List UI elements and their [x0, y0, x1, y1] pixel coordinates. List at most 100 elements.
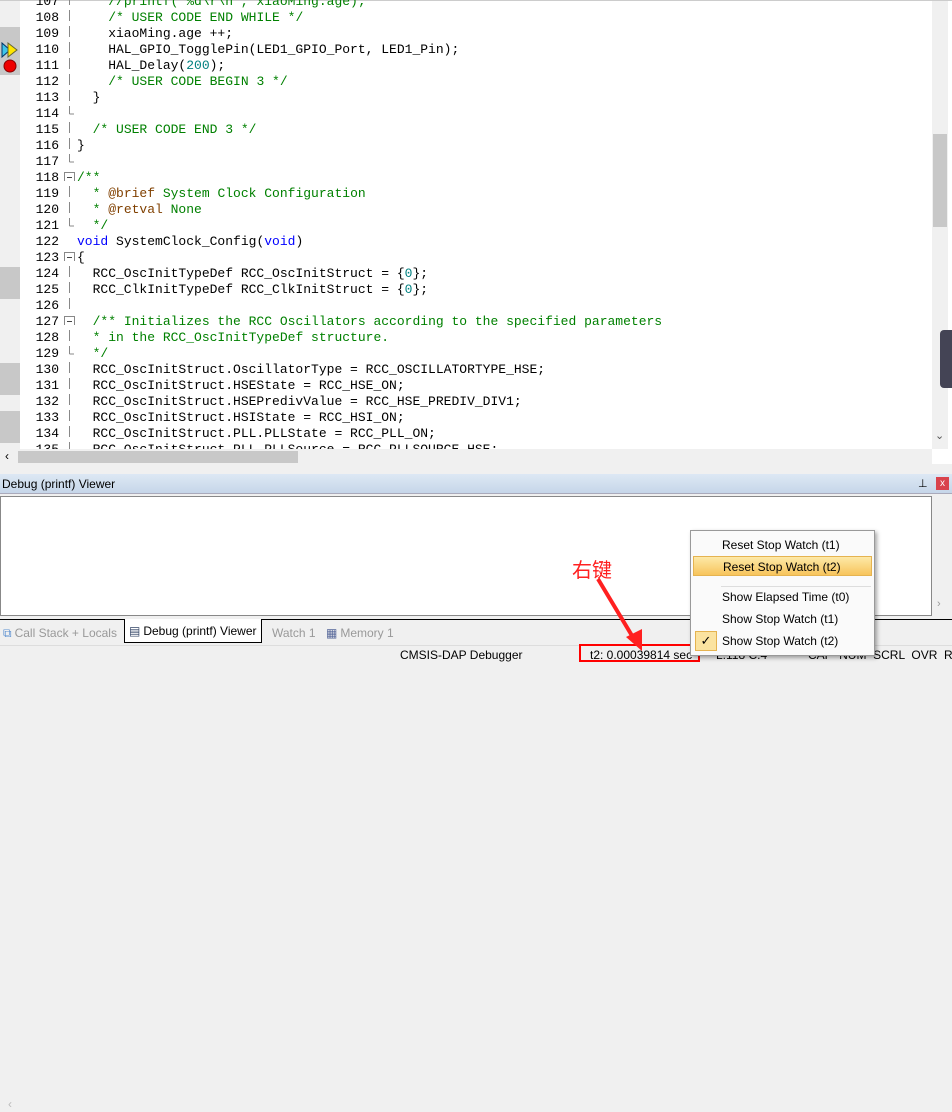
code-line[interactable]: 129 */: [0, 346, 932, 362]
code-token: */: [92, 218, 109, 233]
menu-item-show-t0[interactable]: Show Elapsed Time (t0): [693, 587, 872, 607]
code-line[interactable]: 110 HAL_GPIO_TogglePin(LED1_GPIO_Port, L…: [0, 42, 932, 58]
code-line[interactable]: 114: [0, 106, 932, 122]
line-number: 113: [35, 90, 59, 105]
code-line[interactable]: 119 * @brief System Clock Configuration: [0, 186, 932, 202]
context-menu: Reset Stop Watch (t1) Reset Stop Watch (…: [690, 530, 875, 656]
code-line[interactable]: 111 HAL_Delay(200);: [0, 58, 932, 74]
pin-icon[interactable]: ⊥: [918, 474, 928, 494]
horizontal-scrollbar[interactable]: ‹: [0, 449, 932, 465]
code-line[interactable]: 120 * @retval None: [0, 202, 932, 218]
line-number: 125: [35, 282, 59, 297]
code-line[interactable]: 108 /* USER CODE END WHILE */: [0, 10, 932, 26]
code-token: RCC_OscInitStruct.HSEState = RCC_HSE_ON;: [77, 378, 405, 393]
code-token: RCC_OscInitStruct.HSIState = RCC_HSI_ON;: [77, 410, 405, 425]
tab-watch-1[interactable]: Watch 1: [272, 623, 316, 643]
side-handle[interactable]: [940, 330, 952, 388]
code-text: RCC_ClkInitTypeDef RCC_ClkInitStruct = {…: [77, 282, 428, 298]
code-line[interactable]: 131 RCC_OscInitStruct.HSEState = RCC_HSE…: [0, 378, 932, 394]
fold-line: [69, 362, 70, 373]
menu-item-reset-t2[interactable]: Reset Stop Watch (t2): [693, 556, 872, 576]
line-number: 112: [35, 74, 59, 89]
code-line[interactable]: 123 {: [0, 250, 932, 266]
code-token: }: [77, 90, 101, 105]
fold-line: [69, 330, 70, 341]
scrollbar-thumb[interactable]: [18, 451, 298, 463]
fold-toggle-icon[interactable]: [64, 250, 75, 261]
fold-toggle-icon[interactable]: [64, 314, 75, 325]
menu-item-show-t2[interactable]: ✓ Show Stop Watch (t2): [693, 631, 872, 651]
code-line[interactable]: 125 RCC_ClkInitTypeDef RCC_ClkInitStruct…: [0, 282, 932, 298]
code-line[interactable]: 122 void SystemClock_Config(void): [0, 234, 932, 250]
fold-line: [69, 106, 74, 115]
code-token: HAL_GPIO_TogglePin(LED1_GPIO_Port, LED1_…: [77, 42, 460, 57]
annotation-label: 右键: [572, 560, 612, 582]
code-token: RCC_OscInitTypeDef RCC_OscInitStruct = {: [77, 266, 405, 281]
code-line[interactable]: 128 * in the RCC_OscInitTypeDef structur…: [0, 330, 932, 346]
fold-line: [69, 122, 70, 133]
fold-line: [69, 346, 74, 355]
code-line[interactable]: 134 RCC_OscInitStruct.PLL.PLLState = RCC…: [0, 426, 932, 442]
code-line[interactable]: 109 xiaoMing.age ++;: [0, 26, 932, 42]
code-token: SystemClock_Config(: [108, 234, 265, 249]
fold-line: [69, 0, 70, 5]
code-text: * in the RCC_OscInitTypeDef structure.: [77, 330, 389, 346]
scroll-right-icon[interactable]: ›: [937, 598, 941, 610]
code-editor[interactable]: 107 //printf("%d\r\n", xiaoMing.age); 108…: [0, 0, 952, 465]
line-number: 123: [35, 250, 59, 265]
tab-debug-printf-viewer[interactable]: ▤ Debug (printf) Viewer: [124, 619, 262, 643]
panel-title-bar: Debug (printf) Viewer ⊥ x: [0, 474, 952, 494]
line-number: 120: [35, 202, 59, 217]
code-token: xiaoMing.age ++;: [77, 26, 234, 41]
menu-item-show-t1[interactable]: Show Stop Watch (t1): [693, 609, 872, 629]
tab-memory-1[interactable]: ▦ Memory 1: [326, 623, 394, 643]
close-icon[interactable]: x: [936, 477, 949, 490]
line-number: 110: [35, 42, 59, 57]
code-token: /** Initializes the RCC Oscillators acco…: [92, 314, 663, 329]
fold-line: [69, 282, 70, 293]
scroll-left-icon[interactable]: ‹: [5, 449, 9, 463]
code-line[interactable]: 121 */: [0, 218, 932, 234]
code-line[interactable]: 132 RCC_OscInitStruct.HSEPredivValue = R…: [0, 394, 932, 410]
line-number: 108: [35, 10, 59, 25]
code-token: );: [209, 58, 226, 73]
code-text: {: [77, 250, 85, 266]
code-token: System Clock Configuration: [155, 186, 366, 201]
line-number: 128: [35, 330, 59, 345]
code-token: *: [92, 186, 109, 201]
code-token: *: [92, 202, 109, 217]
code-line[interactable]: 113 }: [0, 90, 932, 106]
code-text: */: [77, 346, 109, 362]
code-line[interactable]: 124 RCC_OscInitTypeDef RCC_OscInitStruct…: [0, 266, 932, 282]
menu-item-reset-t1[interactable]: Reset Stop Watch (t1): [693, 535, 872, 555]
code-line[interactable]: 118 /**: [0, 170, 932, 186]
code-line[interactable]: 126: [0, 298, 932, 314]
code-line[interactable]: 130 RCC_OscInitStruct.OscillatorType = R…: [0, 362, 932, 378]
fold-line: [69, 410, 70, 421]
code-line[interactable]: 127 /** Initializes the RCC Oscillators …: [0, 314, 932, 330]
fold-line: [69, 90, 70, 101]
panel-horizontal-scrollbar[interactable]: ‹: [2, 1097, 932, 1112]
code-text: RCC_OscInitStruct.HSIState = RCC_HSI_ON;: [77, 410, 405, 426]
code-line[interactable]: 116}: [0, 138, 932, 154]
call-stack-icon: ⧉: [3, 626, 12, 640]
scrollbar-thumb[interactable]: [933, 134, 947, 227]
code-text: */: [77, 218, 109, 234]
code-line[interactable]: 115 /* USER CODE END 3 */: [0, 122, 932, 138]
code-token: {: [77, 250, 85, 265]
fold-toggle-icon[interactable]: [64, 170, 75, 181]
code-line[interactable]: 112 /* USER CODE BEGIN 3 */: [0, 74, 932, 90]
scroll-down-icon[interactable]: ⌄: [935, 429, 944, 442]
line-number: 114: [35, 106, 59, 121]
code-token: ): [295, 234, 304, 249]
code-line[interactable]: 133 RCC_OscInitStruct.HSIState = RCC_HSI…: [0, 410, 932, 426]
line-number: 117: [35, 154, 59, 169]
code-token: /**: [77, 170, 101, 185]
line-number: 115: [35, 122, 59, 137]
fold-line: [69, 42, 70, 53]
tab-call-stack[interactable]: ⧉ Call Stack + Locals: [3, 623, 117, 643]
code-line[interactable]: 107 //printf("%d\r\n", xiaoMing.age);: [0, 0, 932, 10]
code-line[interactable]: 117: [0, 154, 932, 170]
